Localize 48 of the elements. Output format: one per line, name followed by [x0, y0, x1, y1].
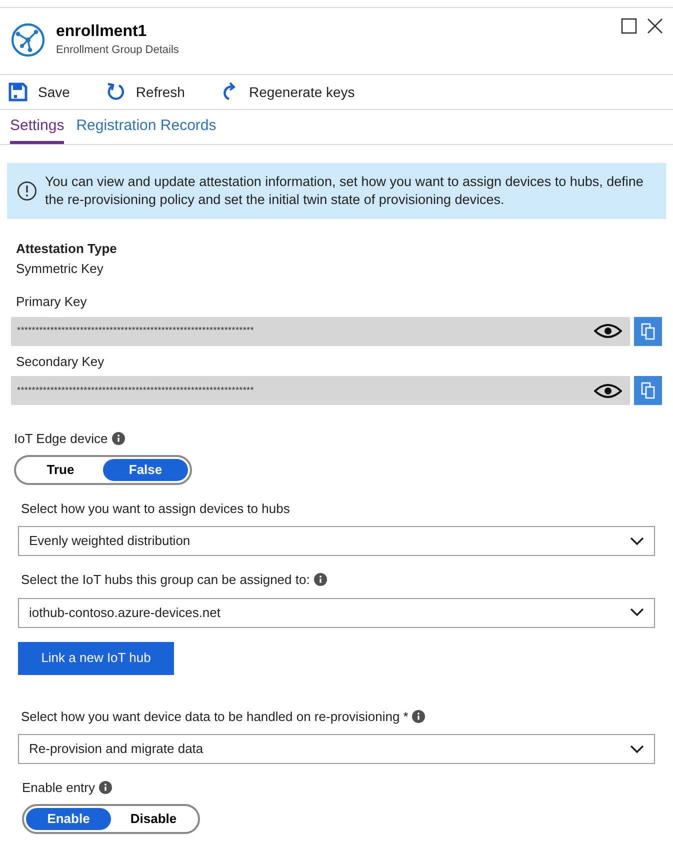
- info-text: You can view and update attestation information, set how you want to assign devices to hubs, define the re-provisioning policy and set the initial twin state of provisioning devices.: [45, 173, 644, 209]
- copy-icon: [641, 322, 655, 340]
- field-label: Attestation Type: [16, 240, 118, 258]
- toggle-option[interactable]: True: [18, 458, 103, 480]
- refresh-icon: [106, 82, 126, 102]
- blade-subtitle: Enrollment Group Details: [56, 43, 179, 58]
- chevron-down-icon: [630, 608, 644, 617]
- key-field[interactable]: ****************************************************************: [11, 376, 630, 405]
- copy-button[interactable]: [634, 316, 662, 346]
- eye-icon[interactable]: [594, 324, 622, 338]
- dropdown[interactable]: iothub-contoso.azure-devices.net: [18, 598, 655, 628]
- network-hub-icon: [10, 22, 46, 58]
- toggle-switch[interactable]: Enable Disable: [22, 804, 200, 834]
- key-field[interactable]: ****************************************************************: [11, 316, 630, 346]
- toggle-option[interactable]: Disable: [111, 808, 196, 830]
- tab[interactable]: Settings: [10, 114, 64, 144]
- field-label: Enable entry: [22, 779, 95, 797]
- chevron-down-icon: [630, 744, 644, 754]
- toolbar-button[interactable]: Regenerate keys: [220, 82, 355, 102]
- eye-icon[interactable]: [594, 384, 622, 398]
- info-icon: [99, 781, 112, 794]
- info-icon: [412, 710, 426, 723]
- info-icon: [112, 432, 125, 446]
- save-icon: [8, 82, 28, 102]
- field-label: Primary Key: [15, 293, 88, 311]
- blade-title: enrollment1: [56, 22, 148, 42]
- toggle-option[interactable]: False: [103, 458, 188, 480]
- exclamation-icon: [17, 181, 37, 201]
- tab[interactable]: Registration Records: [76, 114, 216, 144]
- field-label: Select the IoT hubs this group can be assigned to:: [21, 571, 310, 589]
- dropdown[interactable]: Evenly weighted distribution: [18, 526, 655, 556]
- toolbar-button[interactable]: Save: [8, 82, 70, 102]
- toolbar-button[interactable]: Refresh: [106, 82, 185, 102]
- close-icon[interactable]: [647, 18, 663, 34]
- field-label: IoT Edge device: [14, 430, 108, 448]
- field-label: Select how you want device data to be handled on re-provisioning *: [21, 708, 408, 726]
- field-label: Secondary Key: [15, 352, 106, 371]
- copy-button[interactable]: [634, 376, 662, 405]
- maximize-icon[interactable]: [621, 18, 637, 34]
- toggle-option[interactable]: Enable: [26, 808, 111, 830]
- link-hub-button[interactable]: Link a new IoT hub: [18, 642, 174, 674]
- chevron-down-icon: [630, 536, 644, 546]
- toggle-switch[interactable]: True False: [14, 454, 192, 484]
- field-value: Symmetric Key: [16, 260, 104, 278]
- dropdown[interactable]: Re-provision and migrate data: [18, 734, 655, 764]
- copy-icon: [641, 382, 655, 399]
- info-icon: [314, 573, 327, 586]
- field-label: Select how you want to assign devices to hubs: [20, 500, 291, 518]
